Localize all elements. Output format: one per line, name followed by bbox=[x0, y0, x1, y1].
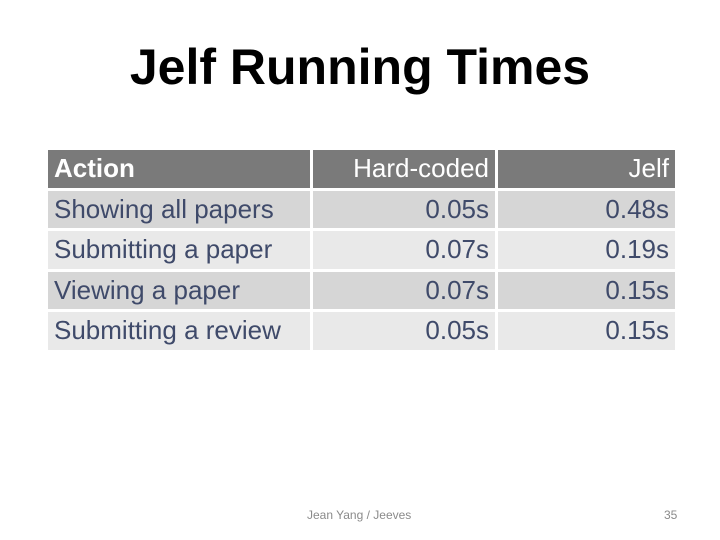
slide-number: 35 bbox=[664, 508, 678, 522]
table-row: Submitting a paper 0.07s 0.19s bbox=[48, 231, 675, 269]
header-hard-coded: Hard-coded bbox=[313, 150, 495, 188]
table-row: Showing all papers 0.05s 0.48s bbox=[48, 190, 675, 228]
hard-coded-cell: 0.05s bbox=[313, 190, 495, 228]
action-cell: Submitting a review bbox=[48, 312, 310, 350]
running-times-table: Action Hard-coded Jelf Showing all paper… bbox=[45, 147, 678, 353]
hard-coded-cell: 0.07s bbox=[313, 231, 495, 269]
jelf-cell: 0.19s bbox=[498, 231, 675, 269]
hard-coded-cell: 0.07s bbox=[313, 271, 495, 309]
jelf-cell: 0.15s bbox=[498, 312, 675, 350]
action-cell: Submitting a paper bbox=[48, 231, 310, 269]
header-jelf: Jelf bbox=[498, 150, 675, 188]
action-cell: Showing all papers bbox=[48, 190, 310, 228]
table-header-row: Action Hard-coded Jelf bbox=[48, 150, 675, 188]
action-cell: Viewing a paper bbox=[48, 271, 310, 309]
table-row: Viewing a paper 0.07s 0.15s bbox=[48, 271, 675, 309]
jelf-cell: 0.48s bbox=[498, 190, 675, 228]
header-action: Action bbox=[48, 150, 310, 188]
table-row: Submitting a review 0.05s 0.15s bbox=[48, 312, 675, 350]
slide-title: Jelf Running Times bbox=[129, 39, 591, 95]
jelf-cell: 0.15s bbox=[498, 271, 675, 309]
footer-author: Jean Yang / Jeeves bbox=[307, 508, 412, 522]
hard-coded-cell: 0.05s bbox=[313, 312, 495, 350]
